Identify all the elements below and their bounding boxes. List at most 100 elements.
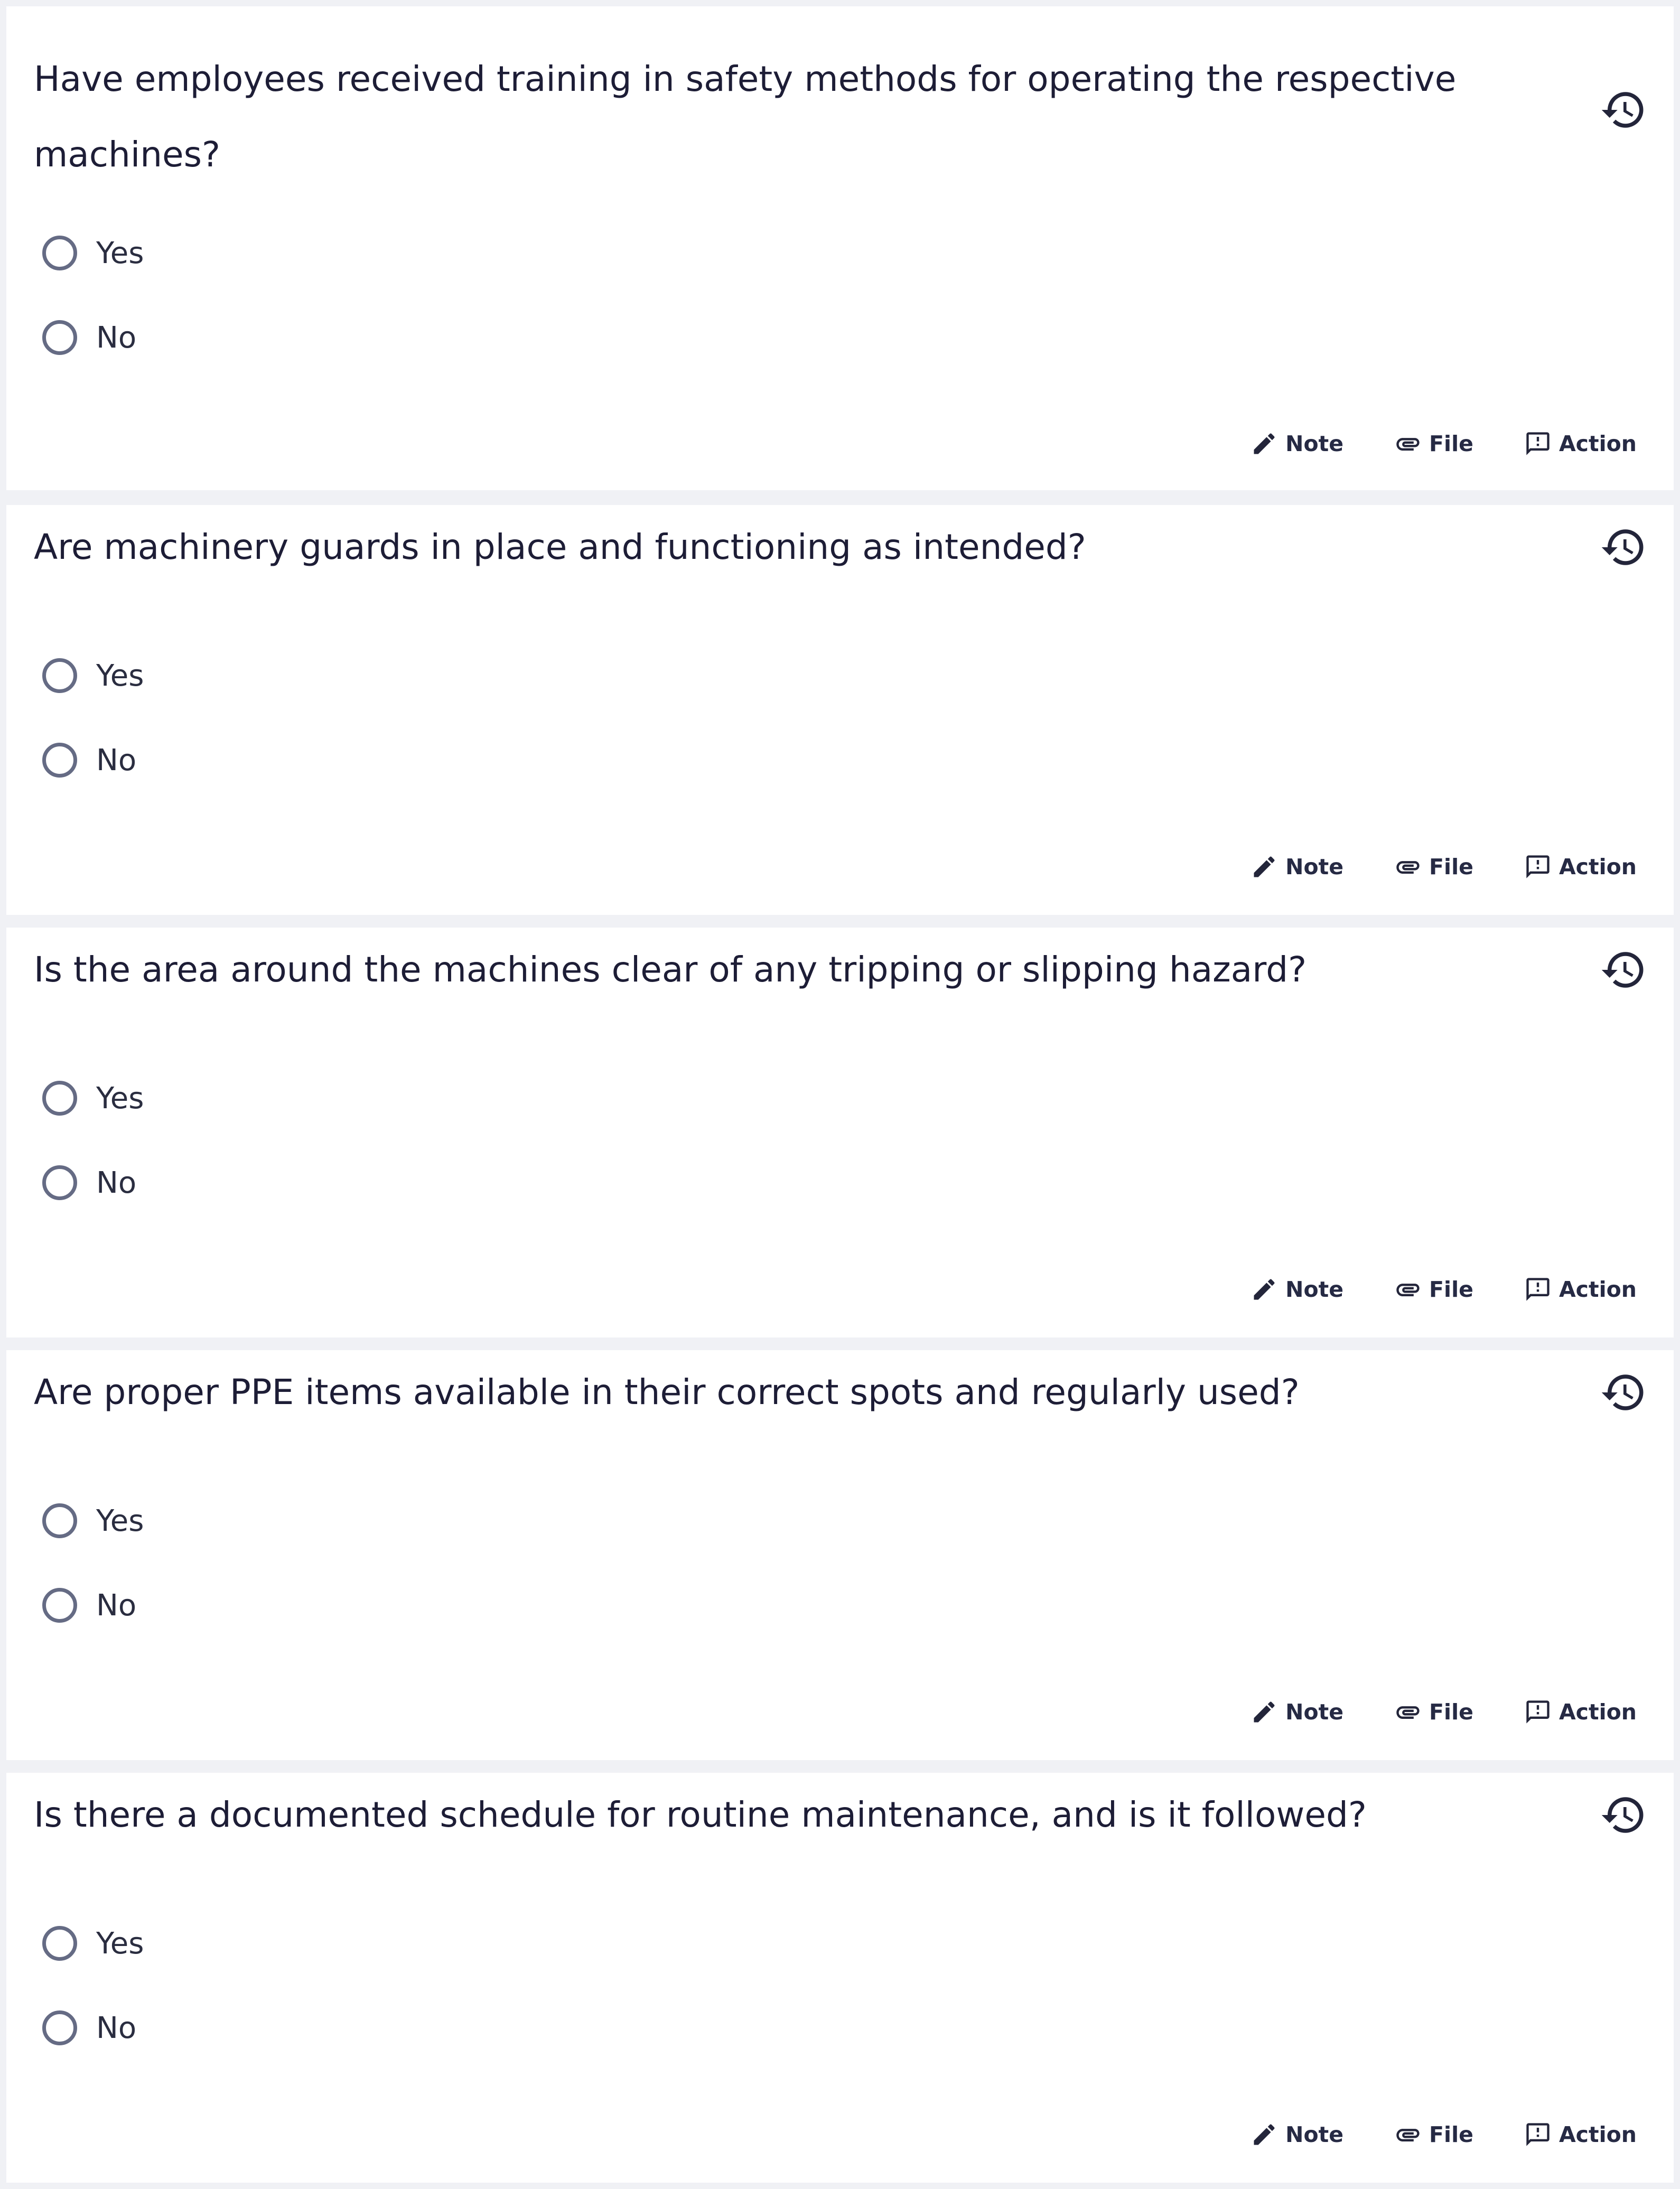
question-text: Are machinery guards in place and functi… xyxy=(34,527,1086,567)
history-icon xyxy=(1601,92,1644,128)
option-yes[interactable]: Yes xyxy=(42,229,144,277)
option-label: No xyxy=(96,1588,137,1623)
option-no[interactable]: No xyxy=(42,314,136,361)
radio-button[interactable] xyxy=(42,658,77,693)
option-label: Yes xyxy=(96,658,144,693)
action-button[interactable]: Action xyxy=(1524,1698,1637,1726)
option-yes[interactable]: Yes xyxy=(42,1497,144,1545)
action-bar: Note File Action xyxy=(1200,425,1637,462)
radio-button[interactable] xyxy=(42,1588,77,1623)
option-no[interactable]: No xyxy=(42,736,136,784)
pencil-icon xyxy=(1254,1279,1275,1300)
question-text: Have employees received training in safe… xyxy=(34,59,1457,175)
action-bar: Note File Action xyxy=(1200,1694,1637,1730)
file-button[interactable]: File xyxy=(1394,430,1473,457)
file-label: File xyxy=(1429,854,1473,880)
note-button[interactable]: Note xyxy=(1250,1276,1343,1303)
action-label: Action xyxy=(1558,431,1637,456)
action-bar: Note File Action xyxy=(1200,2116,1637,2153)
action-label: Action xyxy=(1558,2122,1637,2147)
paperclip-icon xyxy=(1396,438,1420,451)
radio-button[interactable] xyxy=(42,743,77,778)
file-button[interactable]: File xyxy=(1394,2121,1473,2148)
action-button[interactable]: Action xyxy=(1524,853,1637,881)
history-icon xyxy=(1601,1374,1644,1410)
option-no[interactable]: No xyxy=(42,2004,136,2052)
note-button[interactable]: Note xyxy=(1250,430,1343,457)
option-label: Yes xyxy=(96,1926,144,1961)
paperclip-icon xyxy=(1396,2129,1420,2141)
history-icon xyxy=(1601,952,1644,988)
question-card: Is there a documented schedule for routi… xyxy=(6,1773,1674,2183)
radio-button[interactable] xyxy=(42,1503,77,1538)
paperclip-icon xyxy=(1396,861,1420,874)
note-button[interactable]: Note xyxy=(1250,1698,1343,1726)
radio-button[interactable] xyxy=(42,1081,77,1116)
action-label: Action xyxy=(1558,854,1637,880)
paperclip-icon xyxy=(1396,1284,1420,1296)
question-card: Have employees received training in safe… xyxy=(6,6,1674,490)
feedback-icon xyxy=(1526,432,1550,455)
radio-button[interactable] xyxy=(42,1165,77,1200)
action-bar: Note File Action xyxy=(1200,1271,1637,1308)
file-label: File xyxy=(1429,431,1473,456)
option-yes[interactable]: Yes xyxy=(42,1920,144,1967)
history-button[interactable] xyxy=(1600,946,1647,994)
action-button[interactable]: Action xyxy=(1524,1276,1637,1303)
radio-button[interactable] xyxy=(42,2010,77,2045)
option-label: No xyxy=(96,1165,137,1200)
question-card: Are proper PPE items available in their … xyxy=(6,1350,1674,1760)
paperclip-icon xyxy=(1396,1706,1420,1719)
file-button[interactable]: File xyxy=(1394,1276,1473,1303)
option-no[interactable]: No xyxy=(42,1159,136,1206)
history-icon xyxy=(1601,529,1644,565)
option-label: Yes xyxy=(96,236,144,270)
history-button[interactable] xyxy=(1600,86,1647,134)
history-button[interactable] xyxy=(1600,523,1647,571)
action-bar: Note File Action xyxy=(1200,848,1637,885)
radio-button[interactable] xyxy=(42,1926,77,1961)
question-text: Is there a documented schedule for routi… xyxy=(34,1794,1367,1835)
note-label: Note xyxy=(1285,1277,1344,1302)
option-no[interactable]: No xyxy=(42,1582,136,1629)
history-button[interactable] xyxy=(1600,1791,1647,1839)
option-label: No xyxy=(96,2010,137,2045)
pencil-icon xyxy=(1254,856,1275,877)
note-button[interactable]: Note xyxy=(1250,853,1343,881)
action-label: Action xyxy=(1558,1699,1637,1725)
file-button[interactable]: File xyxy=(1394,853,1473,881)
question-card: Is the area around the machines clear of… xyxy=(6,928,1674,1337)
option-label: No xyxy=(96,743,137,778)
history-button[interactable] xyxy=(1600,1369,1647,1416)
note-label: Note xyxy=(1285,2122,1344,2147)
question-text: Is the area around the machines clear of… xyxy=(34,949,1307,990)
radio-button[interactable] xyxy=(42,320,77,355)
option-label: No xyxy=(96,320,137,355)
question-card: Are machinery guards in place and functi… xyxy=(6,505,1674,915)
option-yes[interactable]: Yes xyxy=(42,652,144,699)
file-label: File xyxy=(1429,1277,1473,1302)
file-label: File xyxy=(1429,1699,1473,1725)
option-yes[interactable]: Yes xyxy=(42,1074,144,1122)
pencil-icon xyxy=(1254,433,1275,454)
feedback-icon xyxy=(1526,1278,1550,1301)
history-icon xyxy=(1601,1797,1644,1833)
question-text: Are proper PPE items available in their … xyxy=(34,1372,1300,1412)
feedback-icon xyxy=(1526,2123,1550,2146)
file-label: File xyxy=(1429,2122,1473,2147)
action-label: Action xyxy=(1558,1277,1637,1302)
note-label: Note xyxy=(1285,1699,1344,1725)
pencil-icon xyxy=(1254,2124,1275,2145)
note-label: Note xyxy=(1285,854,1344,880)
radio-button[interactable] xyxy=(42,236,77,270)
feedback-icon xyxy=(1526,1700,1550,1724)
checklist: Have employees received training in safe… xyxy=(0,0,1680,2189)
action-button[interactable]: Action xyxy=(1524,430,1637,457)
action-button[interactable]: Action xyxy=(1524,2121,1637,2148)
option-label: Yes xyxy=(96,1503,144,1538)
note-label: Note xyxy=(1285,431,1344,456)
file-button[interactable]: File xyxy=(1394,1698,1473,1726)
note-button[interactable]: Note xyxy=(1250,2121,1343,2148)
option-label: Yes xyxy=(96,1081,144,1116)
pencil-icon xyxy=(1254,1701,1275,1723)
